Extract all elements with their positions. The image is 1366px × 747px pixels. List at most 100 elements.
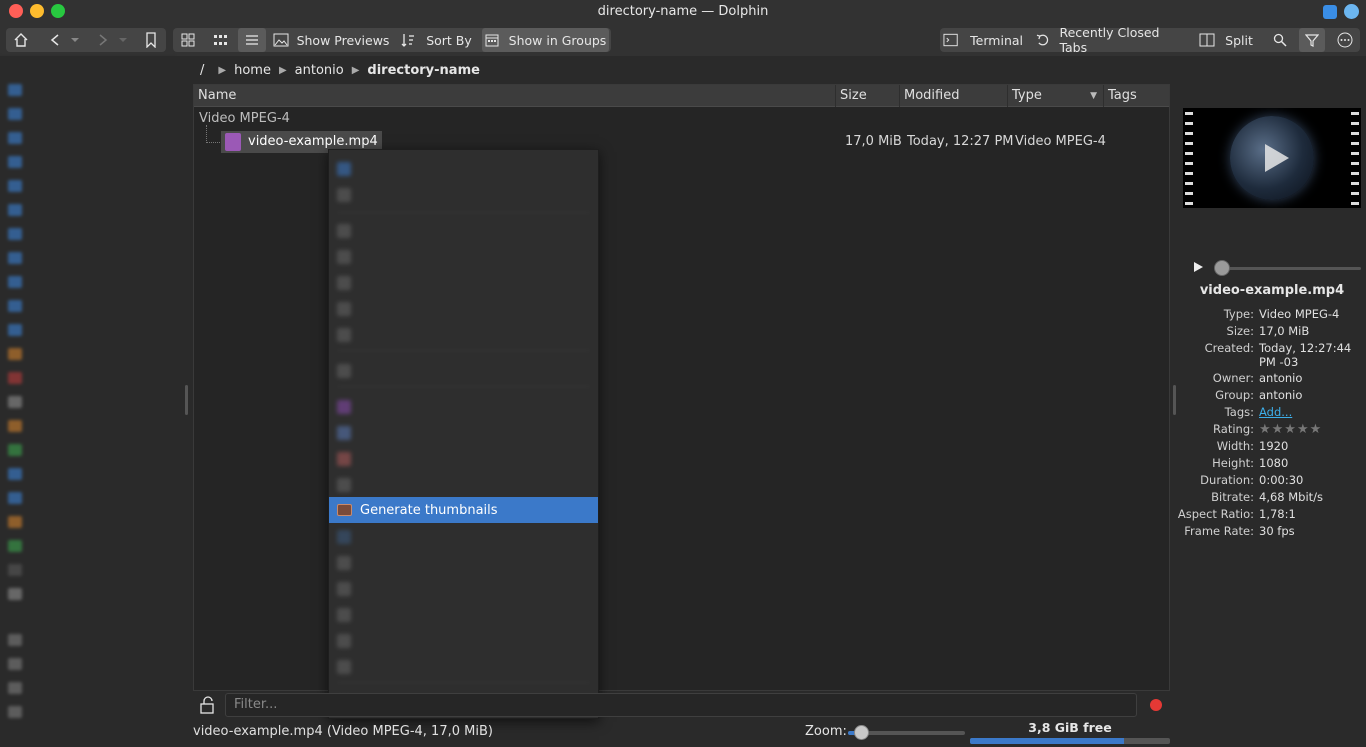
- show-in-groups-button[interactable]: Show in Groups: [482, 28, 609, 52]
- rating-stars[interactable]: ★★★★★: [1259, 422, 1364, 437]
- places-item[interactable]: [0, 390, 175, 414]
- calendar-icon: [485, 34, 499, 47]
- window-menu-icon[interactable]: [1344, 4, 1359, 19]
- column-header-type[interactable]: Type ▼: [1008, 85, 1104, 107]
- menu-item[interactable]: [329, 630, 598, 652]
- menu-item[interactable]: [329, 246, 598, 268]
- menu-item[interactable]: [329, 184, 598, 206]
- compact-view-button[interactable]: [208, 28, 232, 52]
- hamburger-menu-button[interactable]: [1333, 28, 1357, 52]
- media-seek-handle[interactable]: [1214, 260, 1230, 276]
- zoom-slider-handle[interactable]: [853, 725, 869, 740]
- home-button[interactable]: [8, 28, 34, 52]
- media-seek-slider[interactable]: [1218, 267, 1361, 270]
- places-item[interactable]: [0, 270, 175, 294]
- column-header-modified[interactable]: Modified: [900, 85, 1008, 107]
- places-item[interactable]: [0, 462, 175, 486]
- filter-button[interactable]: [1299, 28, 1325, 52]
- menu-item[interactable]: [329, 324, 598, 346]
- menu-item[interactable]: [329, 158, 598, 180]
- menu-item[interactable]: [329, 526, 598, 548]
- filter-input[interactable]: Filter...: [225, 693, 1137, 717]
- activities-icon: [337, 530, 351, 544]
- column-header-name[interactable]: Name: [194, 85, 836, 107]
- cut-icon: [337, 224, 351, 238]
- info-file-name: video-example.mp4: [1199, 283, 1345, 298]
- device-item[interactable]: [0, 628, 175, 652]
- app-icon: [337, 162, 351, 176]
- column-header-tags[interactable]: Tags: [1104, 85, 1167, 107]
- menu-item[interactable]: [329, 604, 598, 626]
- search-button[interactable]: [1268, 28, 1292, 52]
- unlock-icon[interactable]: [198, 696, 216, 714]
- breadcrumb-item-antonio[interactable]: antonio: [295, 63, 344, 78]
- column-header-size[interactable]: Size: [836, 85, 900, 107]
- video-preview[interactable]: [1183, 108, 1361, 208]
- compress-icon: [337, 452, 351, 466]
- sort-by-button[interactable]: Sort By: [398, 28, 474, 52]
- more-actions-icon: [337, 478, 351, 492]
- recently-closed-tabs-button[interactable]: Recently Closed Tabs: [1036, 25, 1186, 55]
- add-tags-link[interactable]: Add...: [1259, 405, 1364, 419]
- left-splitter-handle[interactable]: [185, 385, 188, 415]
- property-key: Created:: [1204, 341, 1254, 355]
- bookmark-button[interactable]: [140, 28, 162, 52]
- menu-item[interactable]: [329, 656, 598, 678]
- breadcrumb-item-home[interactable]: home: [234, 63, 271, 78]
- places-item[interactable]: [0, 174, 175, 198]
- places-item[interactable]: [0, 126, 175, 150]
- show-previews-button[interactable]: Show Previews: [272, 28, 390, 52]
- device-item[interactable]: [0, 676, 175, 700]
- clear-filter-icon[interactable]: [1150, 699, 1162, 711]
- title-bar: directory-name — Dolphin: [0, 0, 1366, 24]
- details-view-button[interactable]: [238, 28, 266, 52]
- menu-item[interactable]: [329, 474, 598, 496]
- terminal-button[interactable]: Terminal: [943, 28, 1023, 52]
- places-item[interactable]: [0, 438, 175, 462]
- back-history-button[interactable]: [68, 28, 82, 52]
- forward-button[interactable]: [92, 28, 114, 52]
- menu-item[interactable]: [329, 298, 598, 320]
- device-item[interactable]: [0, 652, 175, 676]
- menu-item[interactable]: [329, 448, 598, 470]
- places-item[interactable]: [0, 366, 175, 390]
- device-item[interactable]: [0, 700, 175, 724]
- places-item[interactable]: [0, 318, 175, 342]
- property-value: antonio: [1259, 388, 1303, 402]
- places-item[interactable]: [0, 582, 175, 606]
- menu-item-generate-thumbnails[interactable]: Generate thumbnails: [329, 497, 598, 523]
- property-value: 30 fps: [1259, 524, 1295, 538]
- property-value: 1920: [1259, 439, 1289, 453]
- property-key: Tags:: [1224, 405, 1254, 419]
- back-button[interactable]: [44, 28, 66, 52]
- menu-item[interactable]: [329, 272, 598, 294]
- places-item[interactable]: [0, 102, 175, 126]
- menu-item[interactable]: [329, 360, 598, 382]
- breadcrumb-item-current[interactable]: directory-name: [367, 63, 480, 78]
- menu-item[interactable]: [329, 422, 598, 444]
- icons-view-button[interactable]: [176, 28, 200, 52]
- keep-above-icon[interactable]: [1323, 5, 1337, 19]
- breadcrumb-root[interactable]: /: [200, 63, 204, 78]
- places-item[interactable]: [0, 414, 175, 438]
- places-item[interactable]: [0, 198, 175, 222]
- places-item[interactable]: [0, 222, 175, 246]
- places-item[interactable]: [0, 486, 175, 510]
- right-splitter-handle[interactable]: [1173, 385, 1176, 415]
- places-item[interactable]: [0, 294, 175, 318]
- places-item[interactable]: [0, 78, 175, 102]
- places-item[interactable]: [0, 510, 175, 534]
- menu-item[interactable]: [329, 578, 598, 600]
- places-item[interactable]: [0, 246, 175, 270]
- play-icon[interactable]: [1194, 262, 1203, 272]
- menu-item-label: Generate thumbnails: [360, 502, 498, 518]
- places-item[interactable]: [0, 342, 175, 366]
- menu-item[interactable]: [329, 220, 598, 242]
- places-item[interactable]: [0, 534, 175, 558]
- forward-history-button[interactable]: [116, 28, 130, 52]
- split-button[interactable]: Split: [1195, 28, 1257, 52]
- menu-item[interactable]: [329, 552, 598, 574]
- places-item[interactable]: [0, 558, 175, 582]
- places-item[interactable]: [0, 150, 175, 174]
- menu-item[interactable]: [329, 396, 598, 418]
